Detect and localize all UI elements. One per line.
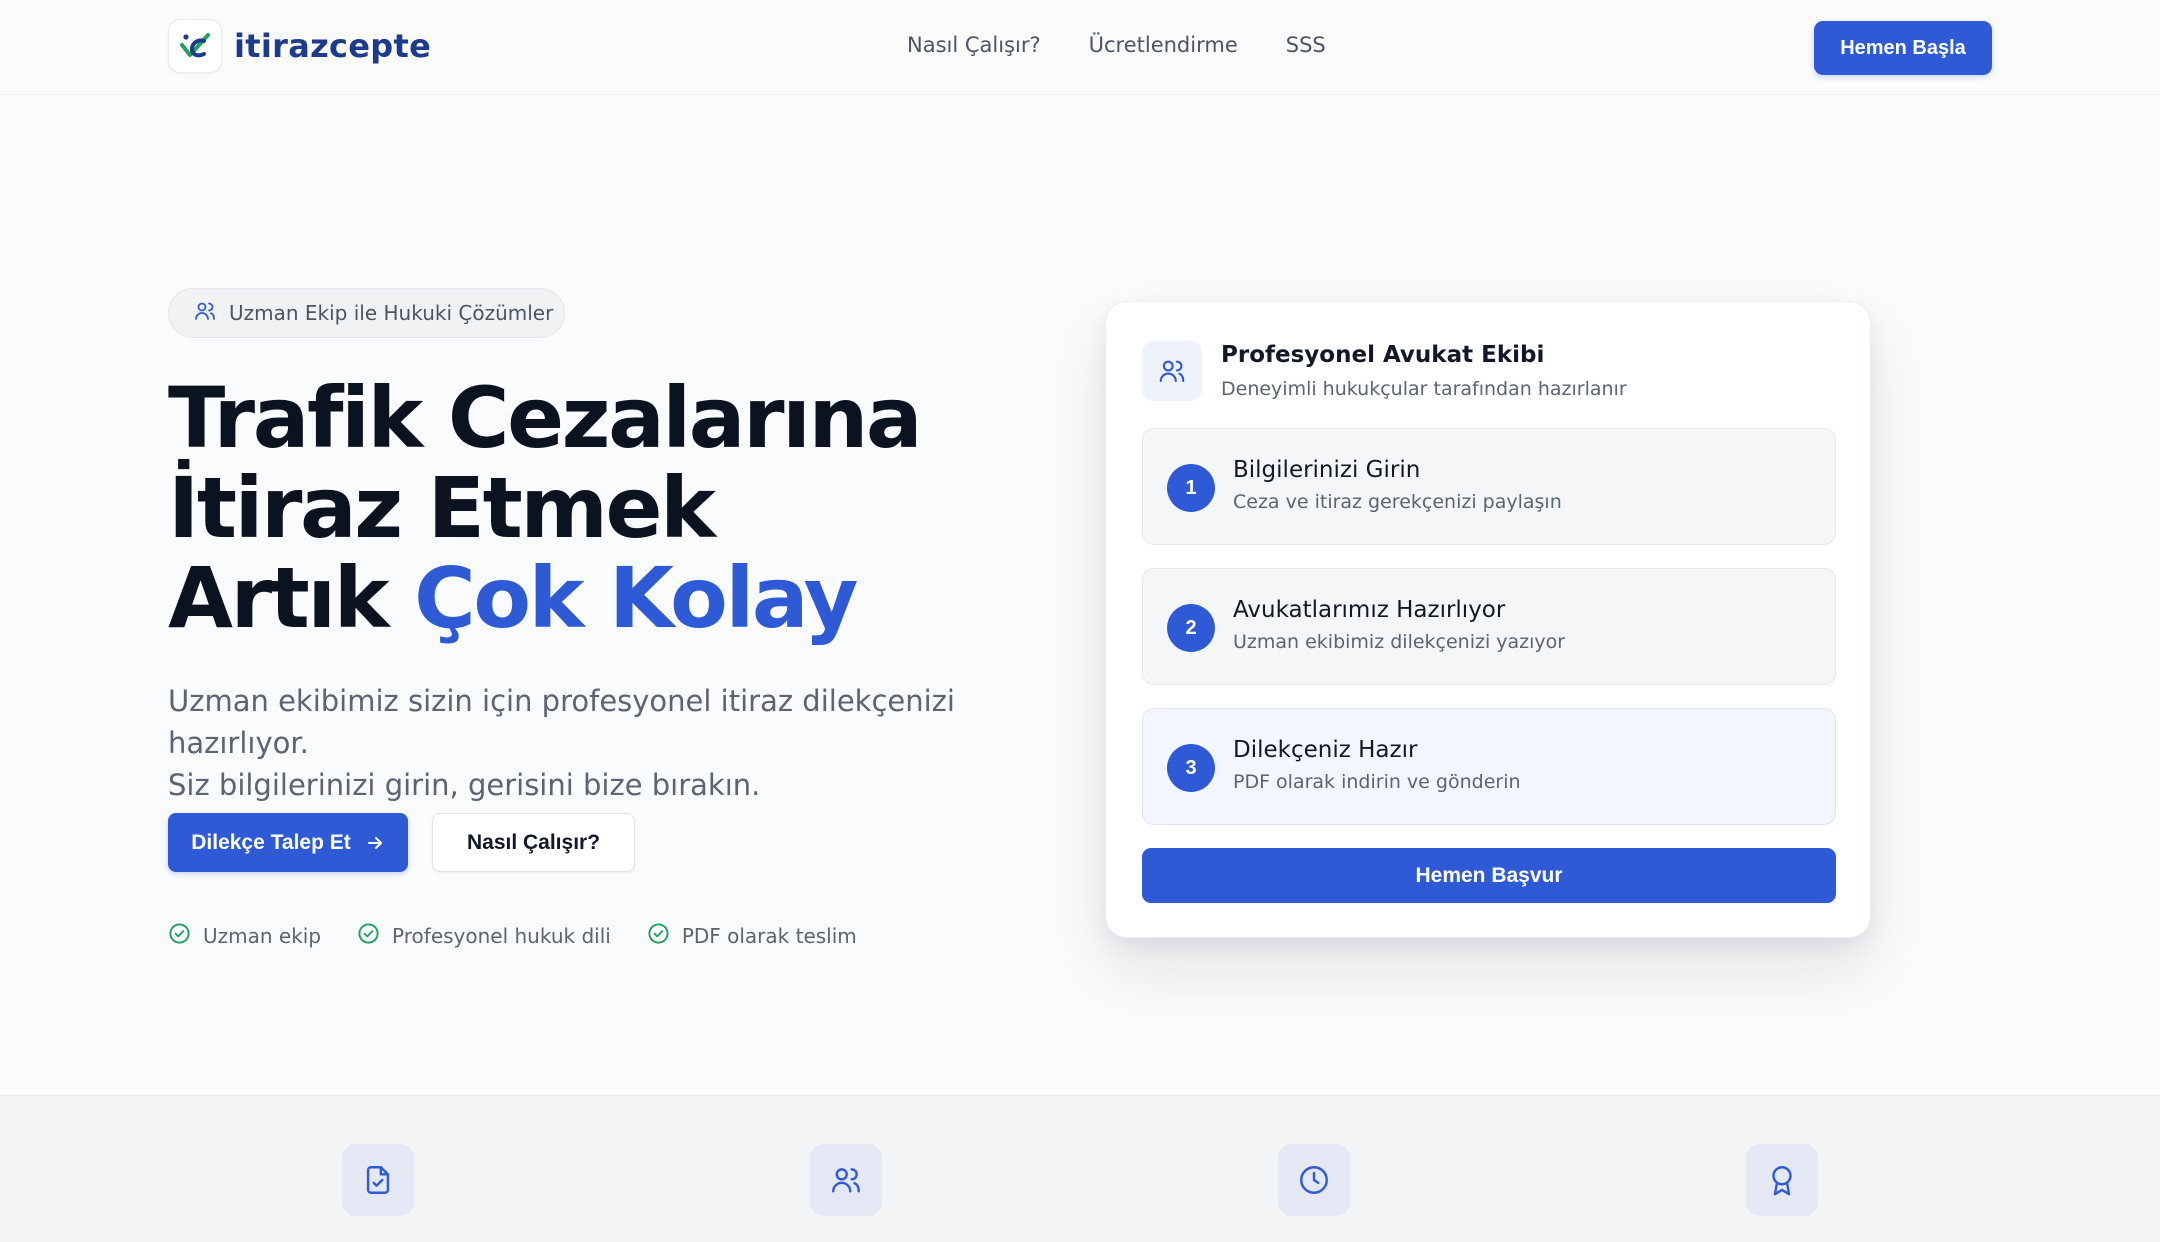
step-description: PDF olarak indirin ve gönderin xyxy=(1233,771,1521,793)
nav-link-pricing[interactable]: Ücretlendirme xyxy=(1089,33,1238,57)
hero-title-line3-prefix: Artık xyxy=(168,549,415,647)
check-circle-icon xyxy=(647,922,670,950)
logo-text: itirazcepte xyxy=(234,27,432,65)
users-icon xyxy=(193,299,217,328)
feature-list: Uzman ekip Profesyonel hukuk dili PDF ol… xyxy=(168,922,893,950)
feature-item: Uzman ekip xyxy=(168,922,321,950)
request-petition-label: Dilekçe Talep Et xyxy=(191,830,351,854)
hero-subtitle-line2: Siz bilgilerinizi girin, gerisini bize b… xyxy=(168,768,761,802)
award-icon xyxy=(1746,1144,1818,1216)
hero-badge-text: Uzman Ekip ile Hukuki Çözümler xyxy=(229,301,554,325)
card-title: Profesyonel Avukat Ekibi xyxy=(1221,342,1545,368)
arrow-right-icon xyxy=(365,833,385,853)
step-description: Ceza ve itiraz gerekçenizi paylaşın xyxy=(1233,491,1562,513)
step-item: 1 Bilgilerinizi Girin Ceza ve itiraz ger… xyxy=(1142,428,1836,545)
step-item: 2 Avukatlarımız Hazırlıyor Uzman ekibimi… xyxy=(1142,568,1836,685)
check-circle-icon xyxy=(168,922,191,950)
hero-title-line1: Trafik Cezalarına xyxy=(168,369,923,467)
request-petition-button[interactable]: Dilekçe Talep Et xyxy=(168,813,408,872)
card-subtitle: Deneyimli hukukçular tarafından hazırlan… xyxy=(1221,378,1627,400)
step-number-badge: 1 xyxy=(1167,464,1215,512)
hero-subtitle-line1: Uzman ekibimiz sizin için profesyonel it… xyxy=(168,684,955,760)
feature-item: PDF olarak teslim xyxy=(647,922,857,950)
nav-link-faq[interactable]: SSS xyxy=(1286,33,1326,57)
users-icon xyxy=(1142,341,1202,401)
steps-card: Profesyonel Avukat Ekibi Deneyimli hukuk… xyxy=(1105,301,1871,938)
hero-subtitle: Uzman ekibimiz sizin için profesyonel it… xyxy=(168,680,1068,806)
main-nav: Nasıl Çalışır? Ücretlendirme SSS xyxy=(907,33,1374,57)
hero-title: Trafik Cezalarına İtiraz Etmek Artık Çok… xyxy=(168,373,1068,643)
step-title: Dilekçeniz Hazır xyxy=(1233,737,1418,763)
get-started-button[interactable]: Hemen Başla xyxy=(1814,21,1992,75)
step-title: Avukatlarımız Hazırlıyor xyxy=(1233,597,1506,623)
hero-badge: Uzman Ekip ile Hukuki Çözümler xyxy=(168,288,565,338)
check-circle-icon xyxy=(357,922,380,950)
how-it-works-button[interactable]: Nasıl Çalışır? xyxy=(432,813,635,872)
feature-label: PDF olarak teslim xyxy=(681,924,857,948)
feature-item: Profesyonel hukuk dili xyxy=(357,922,611,950)
site-header: itirazcepte Nasıl Çalışır? Ücretlendirme… xyxy=(0,0,2160,95)
hero-title-accent: Çok Kolay xyxy=(414,549,858,647)
hero-title-line2: İtiraz Etmek xyxy=(168,459,716,557)
users-icon xyxy=(810,1144,882,1216)
logo-mark-icon xyxy=(168,19,222,73)
step-description: Uzman ekibimiz dilekçenizi yazıyor xyxy=(1233,631,1566,653)
feature-label: Profesyonel hukuk dili xyxy=(392,924,611,948)
nav-link-how-it-works[interactable]: Nasıl Çalışır? xyxy=(907,33,1041,57)
step-title: Bilgilerinizi Girin xyxy=(1233,457,1421,483)
feature-label: Uzman ekip xyxy=(203,924,322,948)
step-number-badge: 2 xyxy=(1167,604,1215,652)
step-number-badge: 3 xyxy=(1167,744,1215,792)
step-item-active: 3 Dilekçeniz Hazır PDF olarak indirin ve… xyxy=(1142,708,1836,825)
apply-now-button[interactable]: Hemen Başvur xyxy=(1142,848,1836,903)
features-band xyxy=(0,1095,2160,1242)
clock-icon xyxy=(1278,1144,1350,1216)
file-check-icon xyxy=(342,1144,414,1216)
logo[interactable]: itirazcepte xyxy=(168,19,431,73)
